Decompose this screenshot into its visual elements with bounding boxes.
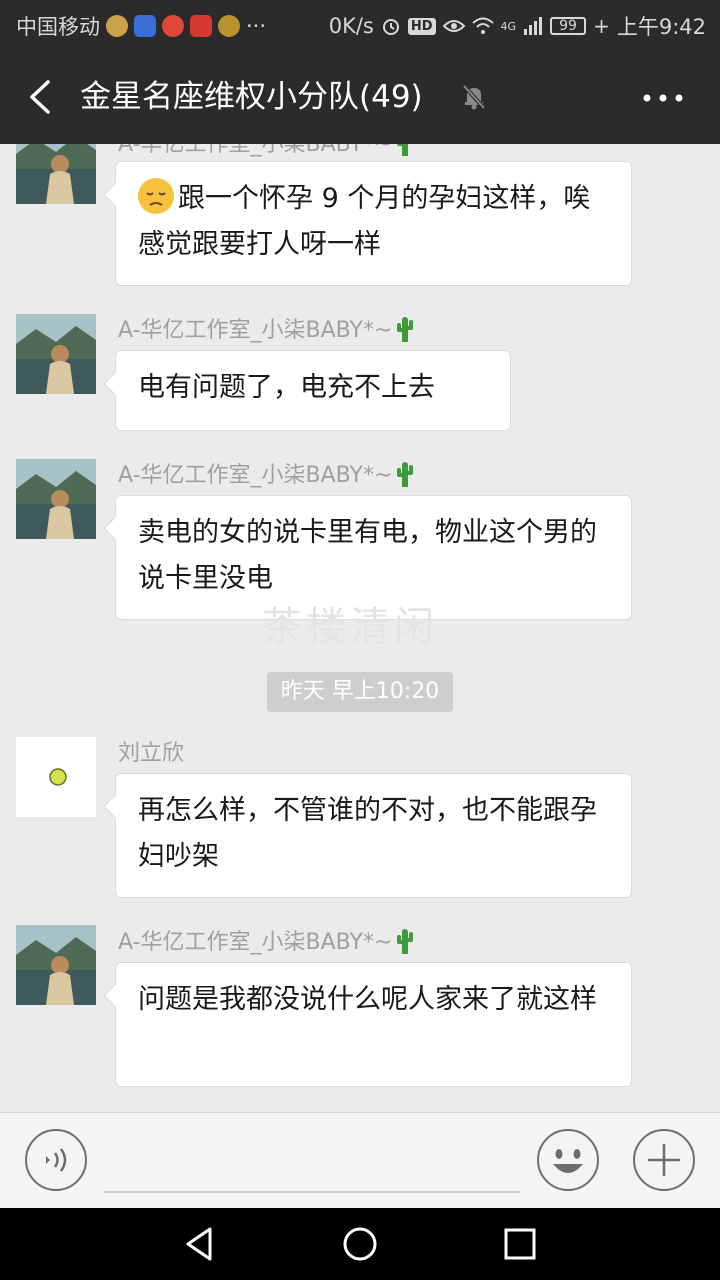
sender-name: 刘立欣	[118, 741, 185, 766]
avatar-image	[16, 314, 96, 394]
avatar-image	[16, 459, 96, 539]
chat-title: 金星名座维权小分队(49)	[80, 79, 423, 115]
message-text: 再怎么样，不管谁的不对，也不能跟孕妇吵架	[138, 795, 597, 872]
carrier-label: 中国移动	[16, 15, 100, 39]
bell-off-icon	[462, 84, 486, 110]
shopping-app-icon	[190, 15, 212, 37]
message-input[interactable]	[104, 1127, 520, 1193]
nav-back-button[interactable]	[178, 1224, 222, 1264]
sender-name: A-华亿工作室_小柒BABY*~	[118, 144, 414, 160]
message-bubble[interactable]: 电有问题了，电充不上去	[115, 350, 511, 431]
avatar[interactable]	[16, 737, 96, 817]
more-dots-icon	[643, 94, 683, 102]
wifi-icon	[471, 17, 494, 34]
more-notifications: ···	[246, 14, 267, 38]
alarm-icon	[382, 19, 399, 35]
message-text: 卖电的女的说卡里有电，物业这个男的说卡里没电	[138, 517, 597, 594]
navigation-bar	[0, 1208, 720, 1280]
add-button[interactable]	[632, 1128, 696, 1192]
eye-icon	[442, 20, 465, 32]
cactus-icon	[397, 462, 414, 487]
signal-icon	[524, 17, 543, 35]
avatar-image	[16, 737, 96, 817]
status-bar: 中国移动 ··· 0K/s HD 4G 99 + 上午9:42	[0, 0, 720, 50]
message-bubble[interactable]: 问题是我都没说什么呢人家来了就这样	[115, 962, 632, 1087]
square-recents-icon	[504, 1228, 536, 1260]
app-notification-icon	[106, 15, 128, 37]
nav-home-button[interactable]	[338, 1224, 382, 1264]
avatar-image	[16, 925, 96, 1005]
chevron-left-icon	[30, 80, 50, 114]
voice-button[interactable]	[24, 1128, 88, 1192]
input-bar	[0, 1112, 720, 1208]
plus-icon	[633, 1129, 695, 1191]
sender-name: A-华亿工作室_小柒BABY*~	[118, 928, 414, 958]
avatar[interactable]	[16, 459, 96, 539]
title-bar: 金星名座维权小分队(49)	[0, 50, 720, 144]
message-text: 问题是我都没说什么呢人家来了就这样	[138, 984, 597, 1015]
message-text: 跟一个怀孕 9 个月的孕妇这样，唉感觉跟要打人呀一样	[138, 183, 591, 260]
avatar-image	[16, 144, 96, 204]
avatar[interactable]	[16, 925, 96, 1005]
triangle-back-icon	[186, 1227, 212, 1261]
net-speed: 0K/s	[328, 14, 374, 38]
weibo-icon	[162, 15, 184, 37]
avatar[interactable]	[16, 144, 96, 204]
emoji-button[interactable]	[536, 1128, 600, 1192]
message-bubble[interactable]: 再怎么样，不管谁的不对，也不能跟孕妇吵架	[115, 773, 632, 898]
hd-badge: HD	[407, 17, 436, 35]
pensive-face-icon	[138, 178, 174, 214]
cactus-icon	[397, 144, 412, 156]
more-button[interactable]	[640, 80, 686, 116]
avatar[interactable]	[16, 314, 96, 394]
sender-name: A-华亿工作室_小柒BABY*~	[118, 316, 414, 346]
charging-icon: +	[593, 14, 610, 38]
music-app-icon	[218, 15, 240, 37]
video-app-icon	[134, 15, 156, 37]
sender-name: A-华亿工作室_小柒BABY*~	[118, 461, 414, 491]
nav-recents-button[interactable]	[498, 1224, 542, 1264]
emoji-icon	[537, 1129, 599, 1191]
time-separator: 昨天 早上10:20	[267, 672, 453, 712]
clock: 上午9:42	[616, 15, 706, 39]
network-type: 4G	[500, 19, 517, 33]
message-text: 电有问题了，电充不上去	[138, 372, 435, 403]
watermark: 茶楼清闲	[262, 604, 438, 650]
cactus-icon	[397, 929, 414, 954]
message-bubble[interactable]: 跟一个怀孕 9 个月的孕妇这样，唉感觉跟要打人呀一样	[115, 161, 632, 286]
battery-level: 99	[550, 17, 587, 35]
voice-icon	[25, 1129, 87, 1191]
circle-home-icon	[343, 1227, 377, 1261]
chat-area[interactable]: A-华亿工作室_小柒BABY*~ 跟一个怀孕 9 个月的孕妇这样，唉感觉跟要打人…	[0, 144, 720, 1112]
back-button[interactable]	[18, 72, 62, 122]
cactus-icon	[397, 317, 414, 342]
